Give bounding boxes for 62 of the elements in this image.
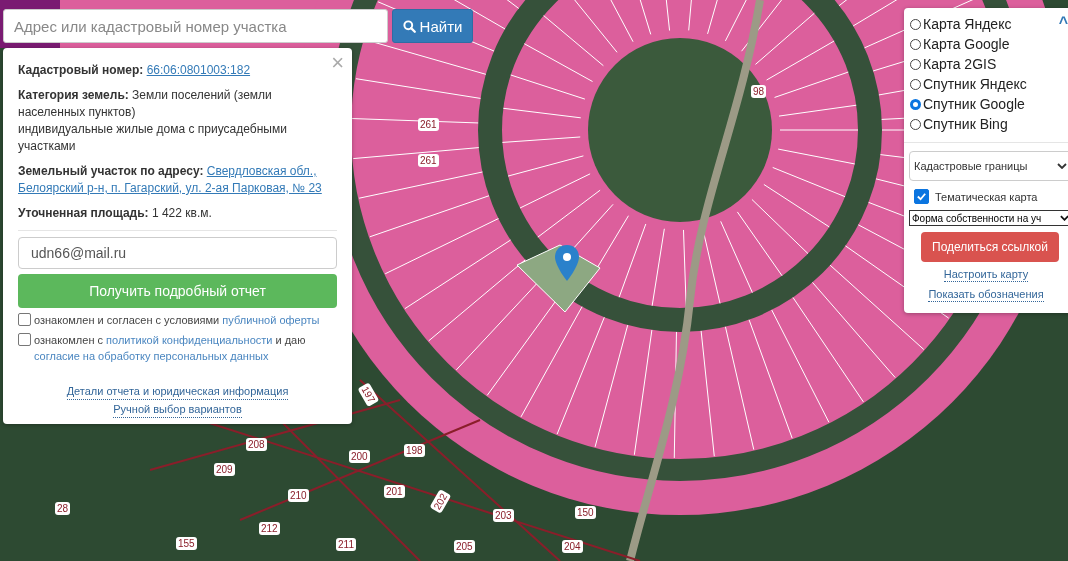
agreement-text: ознакомлен с: [34, 334, 103, 346]
base-map-option[interactable]: Карта 2GIS: [910, 54, 1062, 74]
parcel-number: 155: [176, 537, 197, 550]
base-map-option[interactable]: Спутник Bing: [910, 114, 1062, 134]
parcel-number: 205: [454, 540, 475, 553]
parcel-number: 198: [404, 444, 425, 457]
search-button[interactable]: Найти: [392, 9, 473, 43]
parcel-number: 209: [214, 463, 235, 476]
agreement-text: ознакомлен и согласен с условиями: [34, 314, 220, 326]
parcel-number: 150: [575, 506, 596, 519]
radio-label: Карта Google: [923, 35, 1010, 54]
collapse-button[interactable]: ^: [1058, 14, 1068, 32]
radio-label: Спутник Google: [923, 95, 1025, 114]
field-label: Земельный участок по адресу:: [18, 164, 204, 178]
map-settings-link[interactable]: Настроить карту: [943, 268, 1029, 282]
details-link[interactable]: Ручной выбор вариантов: [113, 402, 242, 418]
check-icon: [916, 191, 927, 202]
radio-label: Спутник Bing: [923, 115, 1008, 134]
field-text: Категория земель: Земли поселений (земли населенных пунктов) индивидуальные жилые дома с приусадебными участками: [18, 87, 288, 155]
parcel-number: 261: [418, 154, 439, 167]
base-map-option[interactable]: Карта Google: [910, 34, 1062, 54]
radio-label: Спутник Яндекс: [923, 75, 1027, 94]
search-icon: [402, 19, 416, 33]
chevron-down-icon: [1060, 215, 1068, 221]
field-link[interactable]: Белоярский р-н, п. Гагарский, ул. 2-ая Парковая, № 23: [18, 181, 322, 195]
parcel-number: 28: [55, 502, 71, 515]
field-link[interactable]: 66:06:0801003:182: [146, 63, 251, 77]
checkbox[interactable]: [18, 333, 31, 346]
parcel-number: 204: [562, 540, 583, 553]
parcel-number: 212: [259, 522, 280, 535]
field-link[interactable]: Свердловская обл.,: [206, 164, 317, 178]
parcel-number: 98: [751, 85, 767, 98]
radio-label: Карта Яндекс: [923, 15, 1012, 34]
parcel-number: 261: [418, 118, 439, 131]
radio-button[interactable]: [910, 98, 921, 110]
agreement-link[interactable]: политикой конфиденциальности: [106, 334, 273, 346]
agreement-text: и даю: [275, 334, 306, 346]
map-settings-link[interactable]: Показать обозначения: [928, 288, 1044, 302]
agreement-link[interactable]: согласие на обработку персональных данных: [34, 350, 269, 362]
base-map-option[interactable]: Спутник Google: [910, 94, 1062, 114]
agreement-link[interactable]: публичной оферты: [222, 314, 320, 326]
chevron-down-icon: [1057, 163, 1067, 169]
parcel-number: 210: [288, 489, 309, 502]
parcel-number: 203: [493, 509, 514, 522]
base-map-option[interactable]: Спутник Яндекс: [910, 74, 1062, 94]
details-link[interactable]: Детали отчета и юридическая информация: [66, 384, 289, 400]
field-text: Уточненная площадь: 1 422 кв.м.: [18, 205, 213, 222]
share-link-button[interactable]: Поделиться ссылкой: [921, 232, 1059, 262]
location-pin-icon: [555, 245, 579, 281]
parcel-number: 208: [246, 438, 267, 451]
email-field[interactable]: udn66@mail.ru: [18, 237, 337, 269]
checkbox[interactable]: [18, 313, 31, 326]
parcel-number: 200: [349, 450, 370, 463]
layer-dropdown[interactable]: Кадастровые границы: [909, 151, 1068, 181]
checkbox-label: Тематическая карта: [935, 190, 1038, 203]
field-label: Кадастровый номер:: [18, 63, 144, 77]
parcel-number: 201: [384, 485, 405, 498]
checkbox[interactable]: [914, 189, 929, 204]
parcel-number: 211: [336, 538, 356, 551]
search-field[interactable]: Адрес или кадастровый номер участка: [3, 9, 388, 43]
radio-label: Карта 2GIS: [923, 55, 997, 74]
thematic-dropdown[interactable]: Форма собственности на уч: [909, 210, 1068, 226]
